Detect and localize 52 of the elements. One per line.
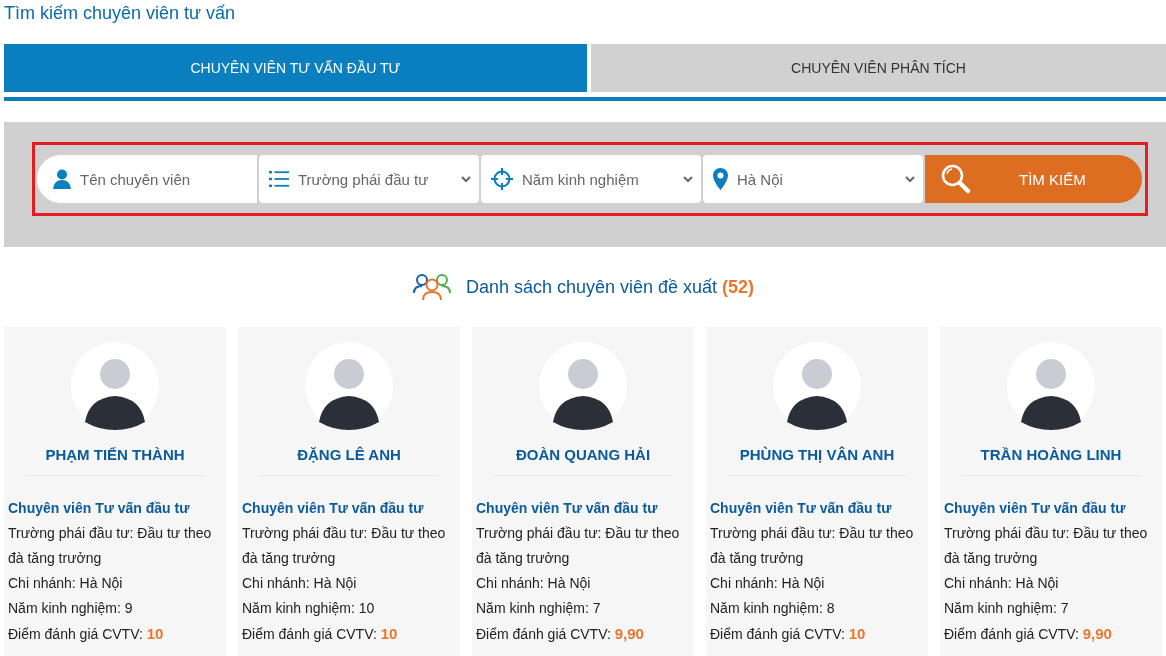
field-placeholder: Năm kinh nghiệm [522, 170, 640, 188]
experience-info: Năm kinh nghiệm: 9 [8, 599, 134, 618]
advisor-name[interactable]: ĐẶNG LÊ ANH [297, 446, 401, 463]
investment-style: Trường phái đầu tư: Đầu tư theo đà tăng trưởng [710, 524, 915, 568]
experience-info: Năm kinh nghiệm: 7 [944, 599, 1070, 618]
dropdown-field[interactable]: Hà Nội [703, 155, 923, 203]
chevron-down-icon [461, 175, 471, 183]
branch-info: Chi nhánh: Hà Nội [476, 574, 592, 593]
advisor-role: Chuyên viên Tư vấn đầu tư [944, 499, 1127, 518]
experience-info: Năm kinh nghiệm: 10 [242, 599, 376, 618]
page-title: Tìm kiếm chuyên viên tư vấn [3, 2, 237, 25]
people-group-icon [411, 273, 452, 301]
advisor-name[interactable]: TRẦN HOÀNG LINH [980, 446, 1122, 463]
map-pin-icon [713, 168, 728, 190]
investment-style: Trường phái đầu tư: Đầu tư theo đà tăng trưởng [242, 524, 447, 568]
advisor-role: Chuyên viên Tư vấn đầu tư [8, 499, 191, 518]
field-placeholder: Tên chuyên viên [80, 170, 192, 188]
advisor-name[interactable]: PHÙNG THỊ VÂN ANH [739, 446, 895, 463]
rating-info: Điểm đánh giá CVTV: 9,90 [944, 624, 1113, 644]
rating-info: Điểm đánh giá CVTV: 10 [242, 624, 399, 644]
rating-info: Điểm đánh giá CVTV: 10 [8, 624, 165, 644]
experience-info: Năm kinh nghiệm: 7 [476, 599, 602, 618]
list-heading: Danh sách chuyên viên đề xuất (52) [465, 276, 755, 298]
advisor-name[interactable]: ĐOÀN QUANG HẢI [515, 446, 651, 463]
rating-info: Điểm đánh giá CVTV: 10 [710, 624, 867, 644]
advisor-name[interactable]: PHẠM TIẾN THÀNH [45, 446, 185, 463]
investment-style: Trường phái đầu tư: Đầu tư theo đà tăng trưởng [8, 524, 213, 568]
branch-info: Chi nhánh: Hà Nội [944, 574, 1060, 593]
search-button[interactable]: TÌM KIẾM [925, 155, 1142, 203]
list-icon [269, 171, 289, 187]
chevron-down-icon [905, 175, 915, 183]
advisor-role: Chuyên viên Tư vấn đầu tư [476, 499, 659, 518]
dropdown-field[interactable]: Năm kinh nghiệm [481, 155, 701, 203]
experience-info: Năm kinh nghiệm: 8 [710, 599, 836, 618]
branch-info: Chi nhánh: Hà Nội [8, 574, 124, 593]
advisor-role: Chuyên viên Tư vấn đầu tư [710, 499, 893, 518]
advisor-role: Chuyên viên Tư vấn đầu tư [242, 499, 425, 518]
search-icon [941, 164, 971, 194]
field-placeholder: Trường phái đầu tư [298, 170, 430, 188]
person-icon [53, 169, 71, 189]
input-field[interactable]: Tên chuyên viên [37, 155, 257, 203]
tab[interactable]: CHUYÊN VIÊN PHÂN TÍCH [591, 44, 1166, 92]
crosshair-icon [491, 168, 513, 190]
chevron-down-icon [683, 175, 693, 183]
investment-style: Trường phái đầu tư: Đầu tư theo đà tăng trưởng [944, 524, 1149, 568]
dropdown-field[interactable]: Trường phái đầu tư [259, 155, 479, 203]
investment-style: Trường phái đầu tư: Đầu tư theo đà tăng trưởng [476, 524, 681, 568]
branch-info: Chi nhánh: Hà Nội [242, 574, 358, 593]
branch-info: Chi nhánh: Hà Nội [710, 574, 826, 593]
field-value: Hà Nội [737, 170, 784, 188]
tab[interactable]: CHUYÊN VIÊN TƯ VẤN ĐẦU TƯ [4, 44, 587, 92]
rating-info: Điểm đánh giá CVTV: 9,90 [476, 624, 645, 644]
